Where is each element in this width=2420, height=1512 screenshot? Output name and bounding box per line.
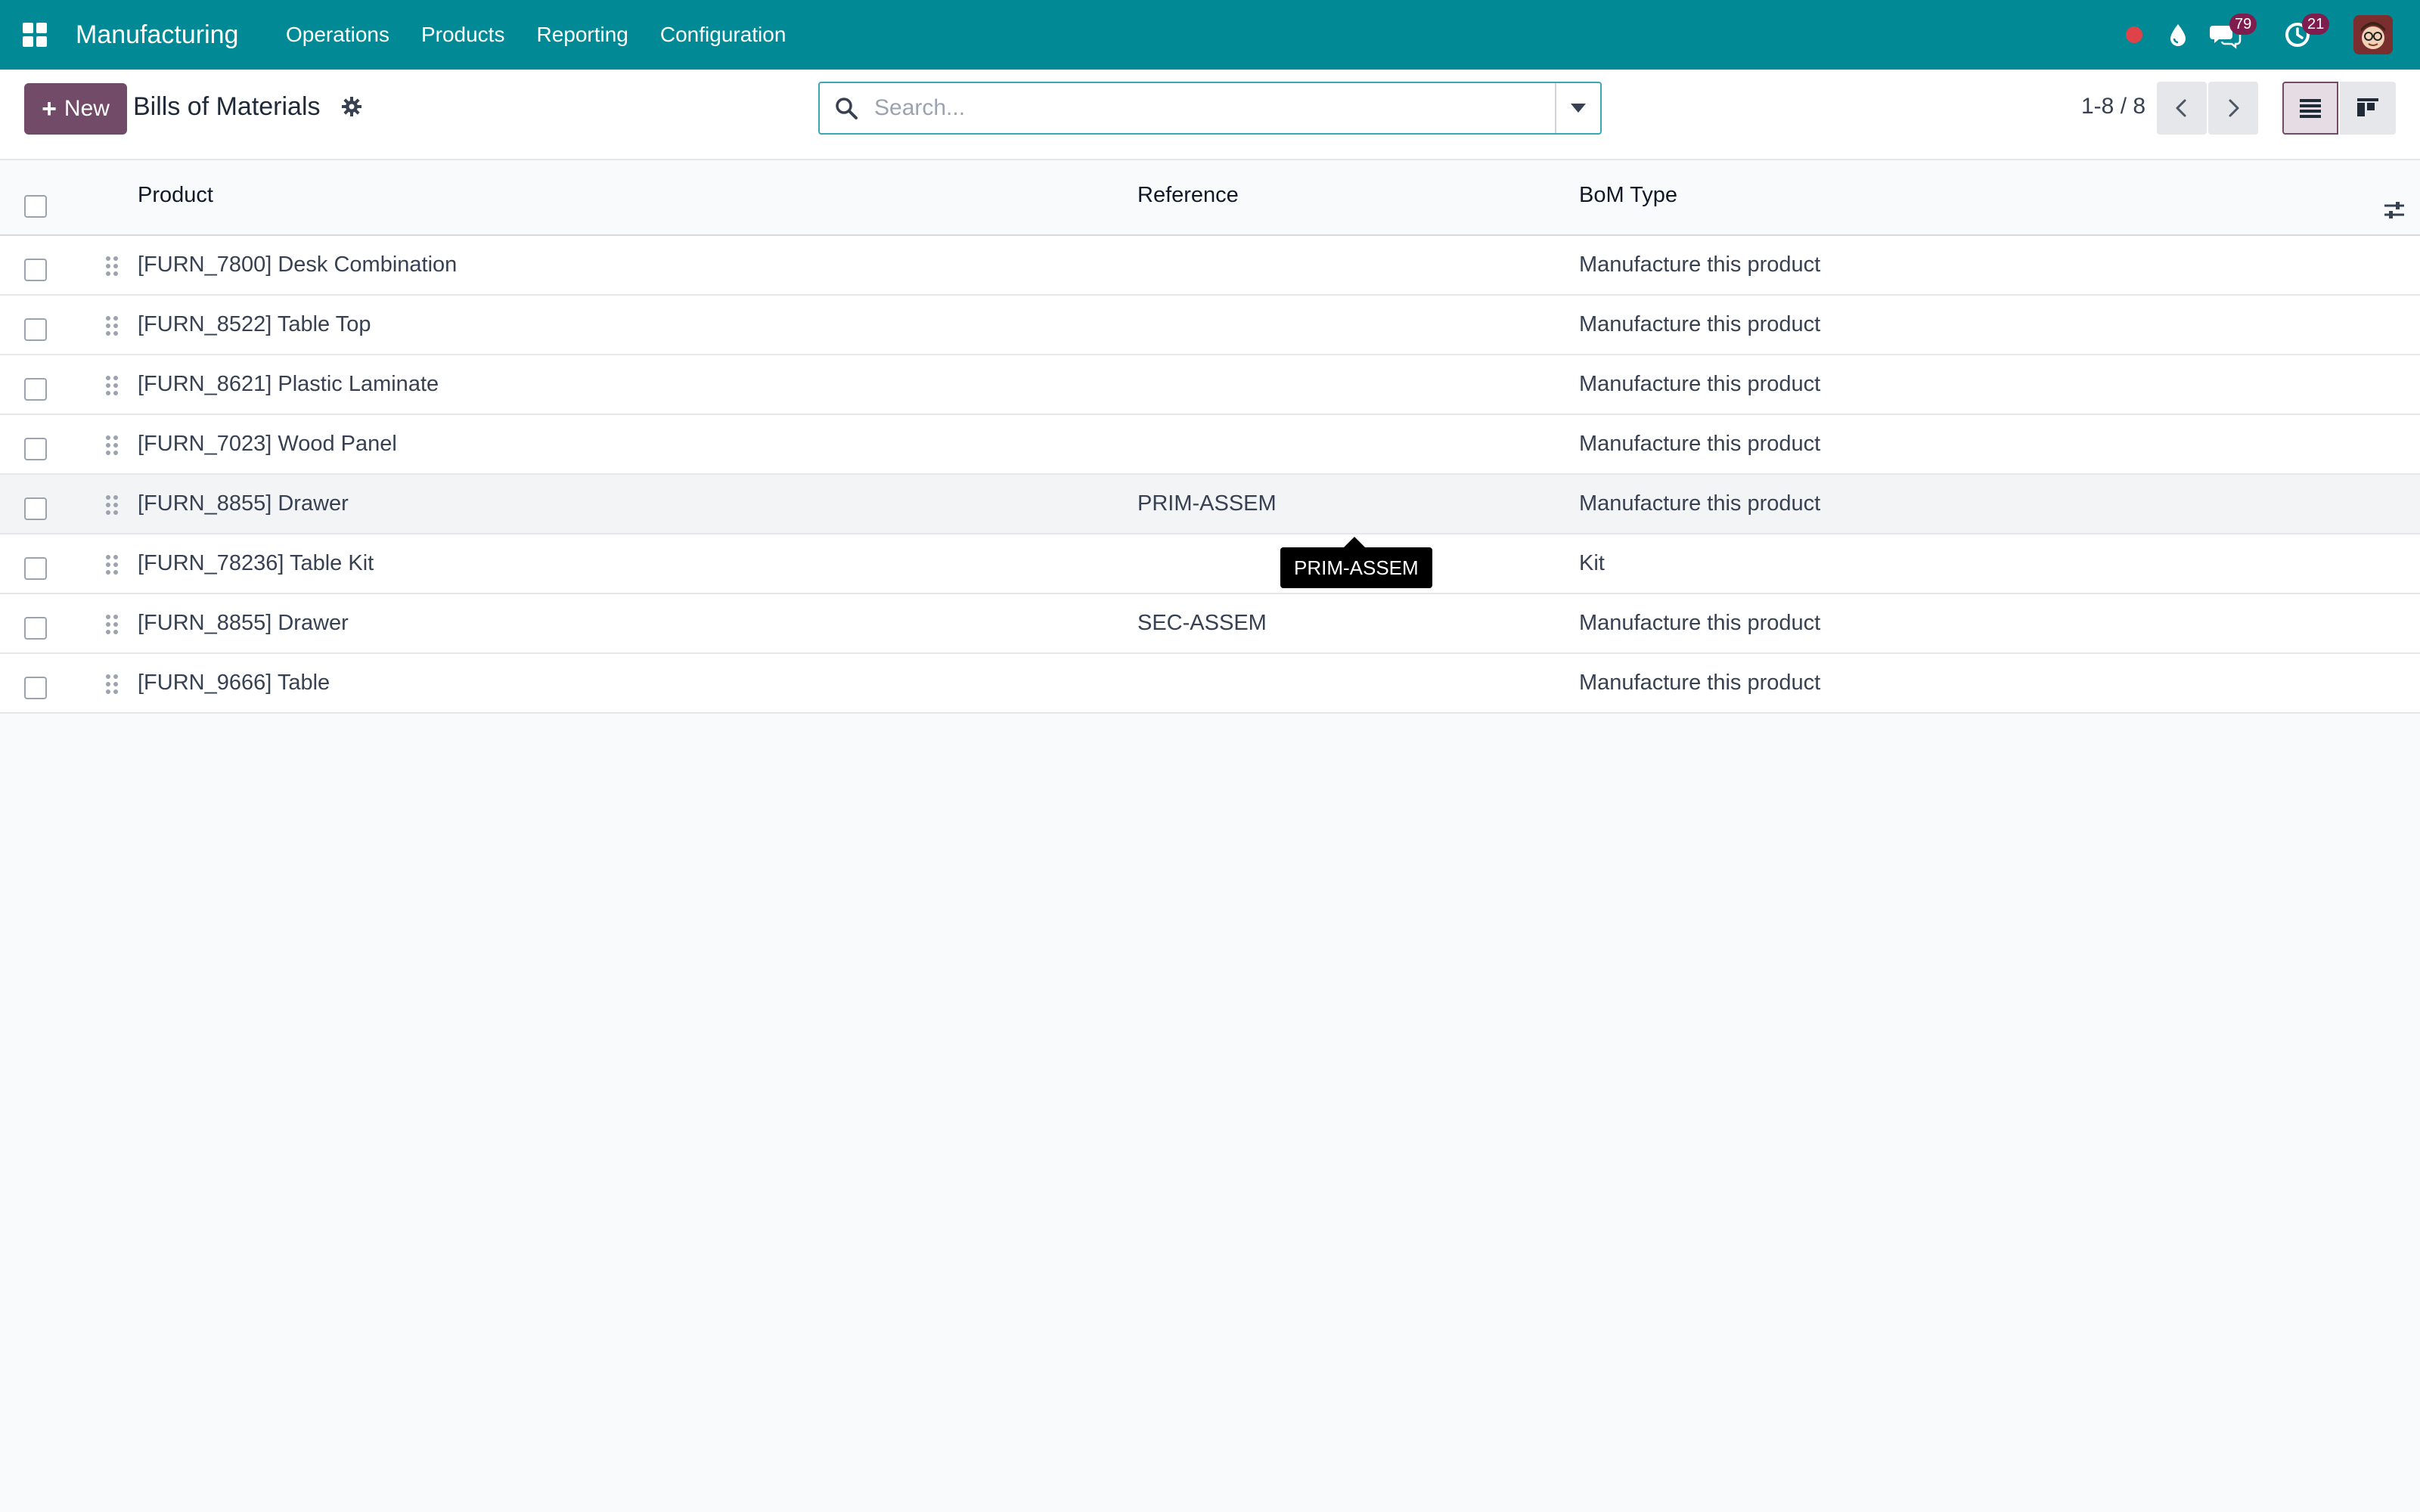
- list-header: Product Reference BoM Type: [0, 160, 2420, 236]
- row-checkbox[interactable]: [24, 438, 47, 460]
- search-options-toggle[interactable]: [1555, 83, 1600, 133]
- chat-icon[interactable]: 79: [2208, 14, 2257, 51]
- drag-handle-icon[interactable]: [103, 672, 121, 696]
- cell-product: [FURN_8621] Plastic Laminate: [138, 372, 439, 396]
- gear-icon[interactable]: [340, 95, 363, 118]
- pager-next-button[interactable]: [2208, 82, 2258, 135]
- cell-bom-type: Manufacture this product: [1579, 312, 1821, 336]
- cell-product: [FURN_7023] Wood Panel: [138, 432, 397, 456]
- column-header-bom-type[interactable]: BoM Type: [1579, 183, 1677, 208]
- row-checkbox[interactable]: [24, 617, 47, 640]
- cell-reference: SEC-ASSEM: [1137, 611, 1267, 635]
- search-box: [818, 82, 1602, 135]
- cell-product: [FURN_7800] Desk Combination: [138, 253, 458, 277]
- top-navbar: Manufacturing Operations Products Report…: [0, 0, 2420, 70]
- activities-badge: 21: [2302, 14, 2330, 35]
- pager-previous-button[interactable]: [2157, 82, 2207, 135]
- menu-operations[interactable]: Operations: [286, 0, 405, 70]
- cell-bom-type: Manufacture this product: [1579, 253, 1821, 277]
- optional-columns-icon[interactable]: [2382, 198, 2406, 222]
- menu-reporting[interactable]: Reporting: [520, 0, 644, 70]
- bom-list: Product Reference BoM Type [FURN_7800] D…: [0, 160, 2420, 714]
- app-brand[interactable]: Manufacturing: [76, 0, 238, 70]
- cell-product: [FURN_78236] Table Kit: [138, 551, 374, 575]
- list-view-icon: [2300, 99, 2321, 118]
- new-button-label: New: [64, 96, 110, 121]
- main-menu: Operations Products Reporting Configurat…: [286, 0, 802, 70]
- clock-icon[interactable]: 21: [2281, 14, 2330, 51]
- menu-products[interactable]: Products: [405, 0, 521, 70]
- cell-bom-type: Manufacture this product: [1579, 671, 1821, 695]
- new-button[interactable]: + New: [24, 83, 127, 135]
- reference-tooltip: PRIM-ASSEM: [1280, 537, 1432, 588]
- row-checkbox[interactable]: [24, 378, 47, 401]
- cell-bom-type: Kit: [1579, 551, 1605, 575]
- cell-bom-type: Manufacture this product: [1579, 491, 1821, 516]
- plus-icon: +: [42, 94, 57, 123]
- kanban-view-icon: [2357, 98, 2378, 116]
- caret-down-icon: [1571, 104, 1586, 113]
- menu-configuration[interactable]: Configuration: [644, 0, 802, 70]
- tooltip-arrow: [1344, 537, 1365, 547]
- row-checkbox[interactable]: [24, 557, 47, 580]
- cell-reference: PRIM-ASSEM: [1137, 491, 1277, 516]
- cell-product: [FURN_8522] Table Top: [138, 312, 371, 336]
- drag-handle-icon[interactable]: [103, 612, 121, 637]
- row-checkbox[interactable]: [24, 497, 47, 520]
- drag-handle-icon[interactable]: [103, 254, 121, 278]
- chevron-right-icon: [2229, 99, 2239, 117]
- apps-grid-icon[interactable]: [21, 21, 48, 48]
- search-input[interactable]: [874, 83, 1525, 133]
- tooltip-text: PRIM-ASSEM: [1294, 556, 1419, 579]
- cell-product: [FURN_9666] Table: [138, 671, 330, 695]
- table-row[interactable]: [FURN_78236] Table Kit Kit: [0, 534, 2420, 594]
- table-row[interactable]: [FURN_7800] Desk Combination Manufacture…: [0, 236, 2420, 296]
- cell-product: [FURN_8855] Drawer: [138, 491, 349, 516]
- drag-handle-icon[interactable]: [103, 433, 121, 457]
- column-header-reference[interactable]: Reference: [1137, 183, 1239, 208]
- drag-handle-icon[interactable]: [103, 314, 121, 338]
- table-row[interactable]: [FURN_8855] Drawer PRIM-ASSEM Manufactur…: [0, 475, 2420, 534]
- row-checkbox[interactable]: [24, 318, 47, 341]
- table-row[interactable]: [FURN_8522] Table Top Manufacture this p…: [0, 296, 2420, 355]
- drag-handle-icon[interactable]: [103, 493, 121, 517]
- table-row[interactable]: [FURN_8855] Drawer SEC-ASSEM Manufacture…: [0, 594, 2420, 654]
- row-checkbox[interactable]: [24, 259, 47, 281]
- droplet-icon[interactable]: [2161, 18, 2195, 51]
- cell-product: [FURN_8855] Drawer: [138, 611, 349, 635]
- cell-bom-type: Manufacture this product: [1579, 611, 1821, 635]
- list-view-button[interactable]: [2282, 82, 2338, 135]
- page-title: Bills of Materials: [133, 92, 321, 121]
- user-avatar[interactable]: [2353, 15, 2393, 54]
- table-row[interactable]: [FURN_9666] Table Manufacture this produ…: [0, 654, 2420, 714]
- pager-value[interactable]: 1-8 / 8: [2081, 94, 2145, 119]
- drag-handle-icon[interactable]: [103, 553, 121, 577]
- kanban-view-button[interactable]: [2340, 82, 2396, 135]
- chevron-left-icon: [2176, 99, 2186, 117]
- messages-badge: 79: [2229, 14, 2257, 35]
- table-row[interactable]: [FURN_8621] Plastic Laminate Manufacture…: [0, 355, 2420, 415]
- recording-dot-icon[interactable]: [2118, 18, 2151, 51]
- table-row[interactable]: [FURN_7023] Wood Panel Manufacture this …: [0, 415, 2420, 475]
- cell-bom-type: Manufacture this product: [1579, 432, 1821, 456]
- select-all-checkbox[interactable]: [24, 195, 47, 218]
- column-header-product[interactable]: Product: [138, 183, 213, 208]
- cell-bom-type: Manufacture this product: [1579, 372, 1821, 396]
- drag-handle-icon[interactable]: [103, 373, 121, 398]
- search-icon: [833, 95, 859, 121]
- control-panel: + New Bills of Materials Search... 1-8 /…: [0, 70, 2420, 160]
- row-checkbox[interactable]: [24, 677, 47, 699]
